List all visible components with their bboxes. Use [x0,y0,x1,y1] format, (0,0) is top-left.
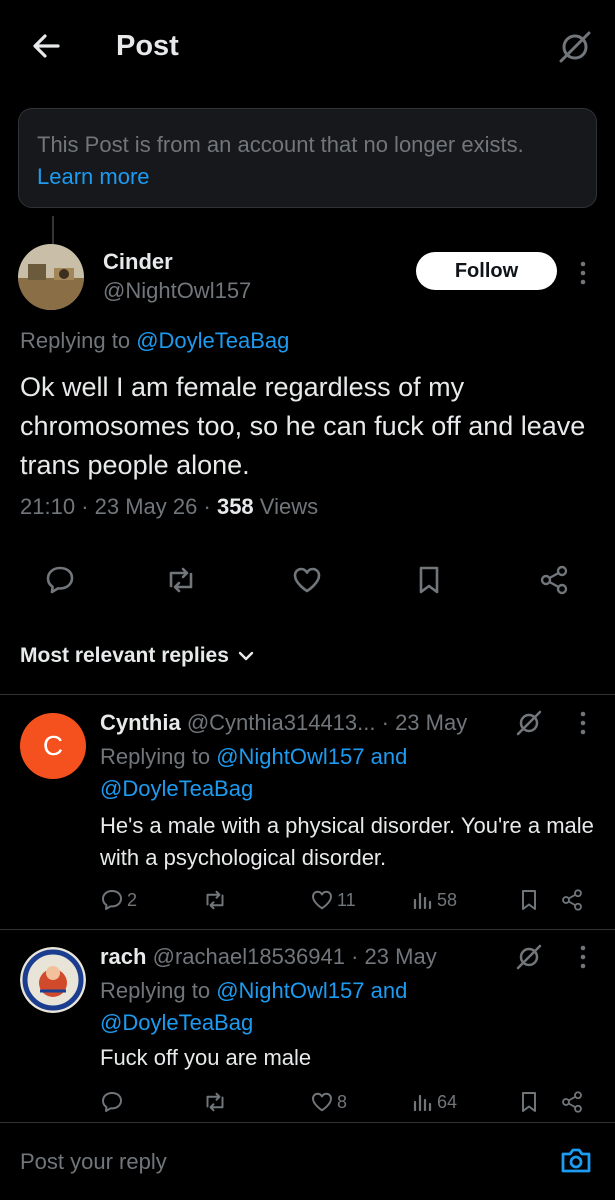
follow-button[interactable]: Follow [416,252,557,290]
back-arrow-icon[interactable] [28,28,64,64]
reply-date: · 23 May [351,944,437,969]
like-icon[interactable] [291,564,323,596]
grok-icon[interactable] [514,942,544,972]
repost-icon [206,1092,224,1112]
like-count: 8 [337,1091,348,1112]
reply-author-handle[interactable]: @rachael18536941 [153,944,345,969]
avatar[interactable] [18,244,84,310]
view-count: 64 [437,1091,458,1112]
more-options-icon[interactable] [573,710,593,736]
replies-sort-label: Most relevant replies [20,644,229,667]
divider [0,694,615,695]
view-count: 58 [437,889,458,910]
views-button[interactable]: 58 [410,888,457,912]
page-title: Post [116,30,179,62]
replying-to: Replying to @DoyleTeaBag [20,328,289,354]
repost-icon[interactable] [165,564,197,596]
post-time: 21:10 [20,494,76,519]
replying-to: Replying to @NightOwl157 and @DoyleTeaBa… [100,741,500,805]
reply-count: 2 [127,889,138,910]
bookmark-button[interactable] [517,888,541,912]
reply-author-name[interactable]: rach [100,944,146,969]
replying-to-link[interactable]: @DoyleTeaBag [136,328,289,353]
like-count: 11 [337,889,356,910]
reply-text: He's a male with a physical disorder. Yo… [100,813,594,870]
replying-prefix: Replying to [20,328,131,353]
reply-header: Cynthia @Cynthia314413... · 23 May [100,710,467,736]
views-button[interactable]: 64 [410,1090,457,1114]
reply-date: · 23 May [381,710,468,735]
bookmark-icon [522,1092,536,1112]
like-icon [312,890,332,910]
chevron-down-icon [238,651,254,661]
top-bar: Post [0,0,615,92]
like-button[interactable]: 11 [310,888,356,912]
reply-author-name[interactable]: Cynthia [100,710,181,735]
post-text: Ok well I am female regardless of my chr… [20,372,586,480]
avatar[interactable] [20,947,86,1013]
more-options-icon[interactable] [573,944,593,970]
reply-header: rach @rachael18536941 · 23 May [100,944,437,970]
reply-icon [102,1092,122,1112]
views-count: 358 [216,494,254,519]
replying-prefix: Replying to [100,744,211,769]
reply-icon[interactable] [44,564,76,596]
share-button[interactable] [560,888,584,912]
replying-to: Replying to @NightOwl157 and @DoyleTeaBa… [100,975,500,1039]
share-icon[interactable] [538,564,570,596]
replies-sort-dropdown[interactable]: Most relevant replies [20,644,255,668]
post-date: 23 May 26 [94,494,198,519]
views-label: Views [259,494,319,519]
analytics-icon [413,892,432,910]
grok-icon[interactable] [556,28,594,66]
bookmark-button[interactable] [517,1090,541,1114]
divider [0,929,615,930]
author-handle[interactable]: @NightOwl157 [103,278,251,304]
replying-prefix: Replying to [100,978,211,1003]
like-icon [312,1092,332,1112]
avatar-letter: C [42,730,64,761]
thread-connector [52,216,54,244]
reply-input[interactable] [20,1146,520,1178]
share-icon [562,889,582,911]
notice-text: This Post is from an account that no lon… [37,132,524,157]
deleted-account-notice: This Post is from an account that no lon… [18,108,597,208]
bookmark-icon[interactable] [413,564,445,596]
post-meta: 21:10 · 23 May 26 · 358 Views [20,494,319,519]
reply-author-handle[interactable]: @Cynthia314413... [187,710,376,735]
avatar[interactable]: C [20,713,86,779]
author-name[interactable]: Cinder [103,249,173,275]
share-icon [562,1091,582,1113]
more-options-icon[interactable] [573,260,593,286]
repost-button[interactable] [203,888,227,912]
reply-icon [102,890,122,910]
repost-icon [206,890,224,910]
reply-button[interactable]: 2 [100,888,137,912]
analytics-icon [413,1094,432,1112]
share-button[interactable] [560,1090,584,1114]
reply-text: Fuck off you are male [100,1045,312,1070]
reply-button[interactable] [100,1090,124,1114]
bookmark-icon [522,890,536,910]
learn-more-link[interactable]: Learn more [37,164,150,189]
repost-button[interactable] [203,1090,227,1114]
grok-icon[interactable] [514,708,544,738]
camera-icon[interactable] [558,1142,594,1178]
like-button[interactable]: 8 [310,1090,347,1114]
